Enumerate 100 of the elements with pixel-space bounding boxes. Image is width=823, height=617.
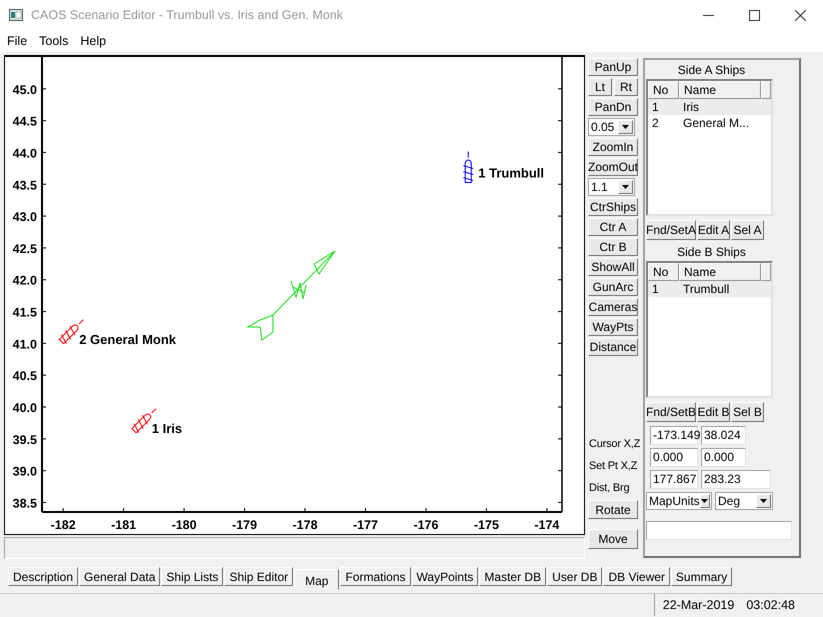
axis-tick-label: 42.5: [12, 242, 37, 256]
readout-label: Cursor X,Z: [589, 436, 640, 452]
window-title: CAOS Scenario Editor - Trumbull vs. Iris and Gen. Monk: [31, 8, 343, 22]
rotate-button[interactable]: Rotate: [588, 500, 638, 519]
dropdown-arrow-icon: [701, 499, 708, 503]
list-button[interactable]: Edit A: [697, 220, 730, 240]
list-cell-text: Trumbull: [682, 281, 730, 297]
column-header[interactable]: No: [648, 81, 679, 99]
axis-tick-label: 41.5: [12, 306, 37, 320]
list-cell-text: General M...: [682, 115, 750, 131]
map-button[interactable]: PanUp: [588, 58, 638, 76]
tab[interactable]: Map: [294, 569, 340, 590]
list-title: Side A Ships: [676, 62, 746, 77]
tab[interactable]: Master DB: [479, 567, 546, 586]
axis-tick-label: -179: [232, 518, 258, 532]
column-header[interactable]: No: [648, 263, 679, 281]
text-field[interactable]: [646, 521, 792, 540]
unit-dropdown[interactable]: MapUnits: [646, 492, 712, 510]
readout-field[interactable]: 0.000: [650, 448, 698, 467]
tab[interactable]: WayPoints: [412, 567, 478, 586]
map-button[interactable]: ZoomOut: [588, 158, 638, 176]
app-icon: [9, 9, 23, 21]
axis-tick-label: -180: [172, 518, 197, 532]
list-cell-text: 1: [651, 281, 660, 297]
axis-tick-label: 42.0: [12, 274, 37, 288]
tab[interactable]: User DB: [547, 567, 602, 586]
readout-field[interactable]: 177.867: [650, 470, 698, 489]
map-button[interactable]: Ctr B: [588, 238, 638, 256]
axis-tick-label: 39.5: [12, 432, 37, 447]
axis-tick-label: 40.0: [12, 401, 37, 415]
readout-label: Dist, Brg: [589, 480, 630, 496]
ship-label: 2 General Monk: [79, 332, 176, 347]
ship-label: 1 Iris: [152, 420, 182, 436]
map-button[interactable]: ShowAll: [588, 258, 638, 276]
axis-tick-label: -177: [352, 518, 378, 532]
menu-item[interactable]: Help: [74, 34, 112, 48]
list-title: Side B Ships: [676, 244, 747, 259]
pan-button[interactable]: Rt: [614, 78, 638, 96]
readout-field[interactable]: 283.23: [701, 470, 771, 489]
readout-field[interactable]: 38.024: [701, 426, 746, 445]
dropdown-arrow-icon: [622, 185, 629, 189]
map-button[interactable]: GunArc: [588, 278, 638, 296]
menu-item[interactable]: Tools: [33, 34, 74, 48]
column-header[interactable]: Name: [679, 81, 761, 99]
axis-tick-label: 44.5: [12, 114, 37, 129]
status-date: 22-Mar-2019: [662, 598, 734, 612]
axis-tick-label: -176: [413, 518, 438, 532]
axis-tick-label: -178: [292, 518, 318, 532]
list-cell-text: Iris: [682, 99, 700, 115]
tab[interactable]: Ship Editor: [224, 567, 294, 586]
readout-field[interactable]: 0.000: [701, 448, 746, 467]
list-button[interactable]: Fnd/SetB: [646, 402, 696, 422]
status-time: 03:02:48: [746, 598, 795, 612]
map-button[interactable]: PanDn: [588, 98, 638, 116]
axis-tick-label: -174: [534, 518, 560, 532]
list-row[interactable]: 1 Trumbull: [648, 281, 771, 297]
map-button[interactable]: Cameras: [588, 298, 638, 316]
axis-tick-label: 39.0: [12, 464, 37, 479]
tab[interactable]: General Data: [79, 567, 160, 586]
point: [58, 324, 78, 344]
axis-tick-label: 43.0: [12, 210, 37, 224]
unit-dropdown[interactable]: Deg: [715, 492, 773, 510]
tab[interactable]: Ship Lists: [161, 567, 224, 586]
axis-tick-label: -181: [111, 518, 136, 532]
map-button[interactable]: CtrShips: [588, 198, 638, 216]
axis-tick-label: 40.5: [12, 369, 37, 384]
axis-tick-label: 41.0: [12, 337, 37, 352]
axis-tick-label: -175: [474, 518, 499, 532]
axis-tick-label: 43.5: [12, 178, 37, 192]
list-button[interactable]: Sel A: [731, 220, 764, 240]
axis-tick-label: 38.5: [12, 496, 37, 510]
maximize-icon: [748, 10, 760, 20]
tab[interactable]: Formations: [340, 567, 411, 586]
axis-tick-label: -182: [50, 518, 76, 532]
dropdown-arrow-icon: [622, 125, 629, 129]
map-button[interactable]: WayPts: [588, 318, 638, 336]
list-cell-text: 2: [651, 115, 660, 131]
column-header[interactable]: Name: [679, 263, 761, 281]
list-button[interactable]: Edit B: [697, 402, 730, 422]
pan-button[interactable]: Lt: [588, 78, 612, 96]
list-button[interactable]: Sel B: [731, 402, 764, 422]
tab[interactable]: DB Viewer: [603, 567, 670, 586]
map-button[interactable]: ZoomIn: [588, 138, 638, 156]
list-row[interactable]: 2 General M...: [648, 115, 771, 131]
list-button[interactable]: Fnd/SetA: [646, 220, 696, 240]
menu-item[interactable]: File: [1, 34, 34, 48]
readout-label: Set Pt X,Z: [589, 458, 638, 474]
dropdown-arrow-icon: [760, 499, 767, 503]
tab[interactable]: Description: [8, 567, 78, 586]
axis-tick-label: 45.0: [12, 82, 37, 97]
step-dropdown[interactable]: 0.05: [588, 118, 635, 136]
map-button[interactable]: Ctr A: [588, 218, 638, 236]
map-button[interactable]: Distance: [588, 338, 638, 356]
tab[interactable]: Summary: [670, 567, 732, 586]
close-icon: [794, 10, 806, 20]
list-cell-text: 1: [651, 99, 660, 115]
readout-field[interactable]: -173.149: [650, 426, 698, 445]
move-button[interactable]: Move: [588, 529, 638, 549]
step-dropdown[interactable]: 1.1: [588, 178, 635, 196]
list-row[interactable]: 1 Iris: [648, 99, 771, 115]
